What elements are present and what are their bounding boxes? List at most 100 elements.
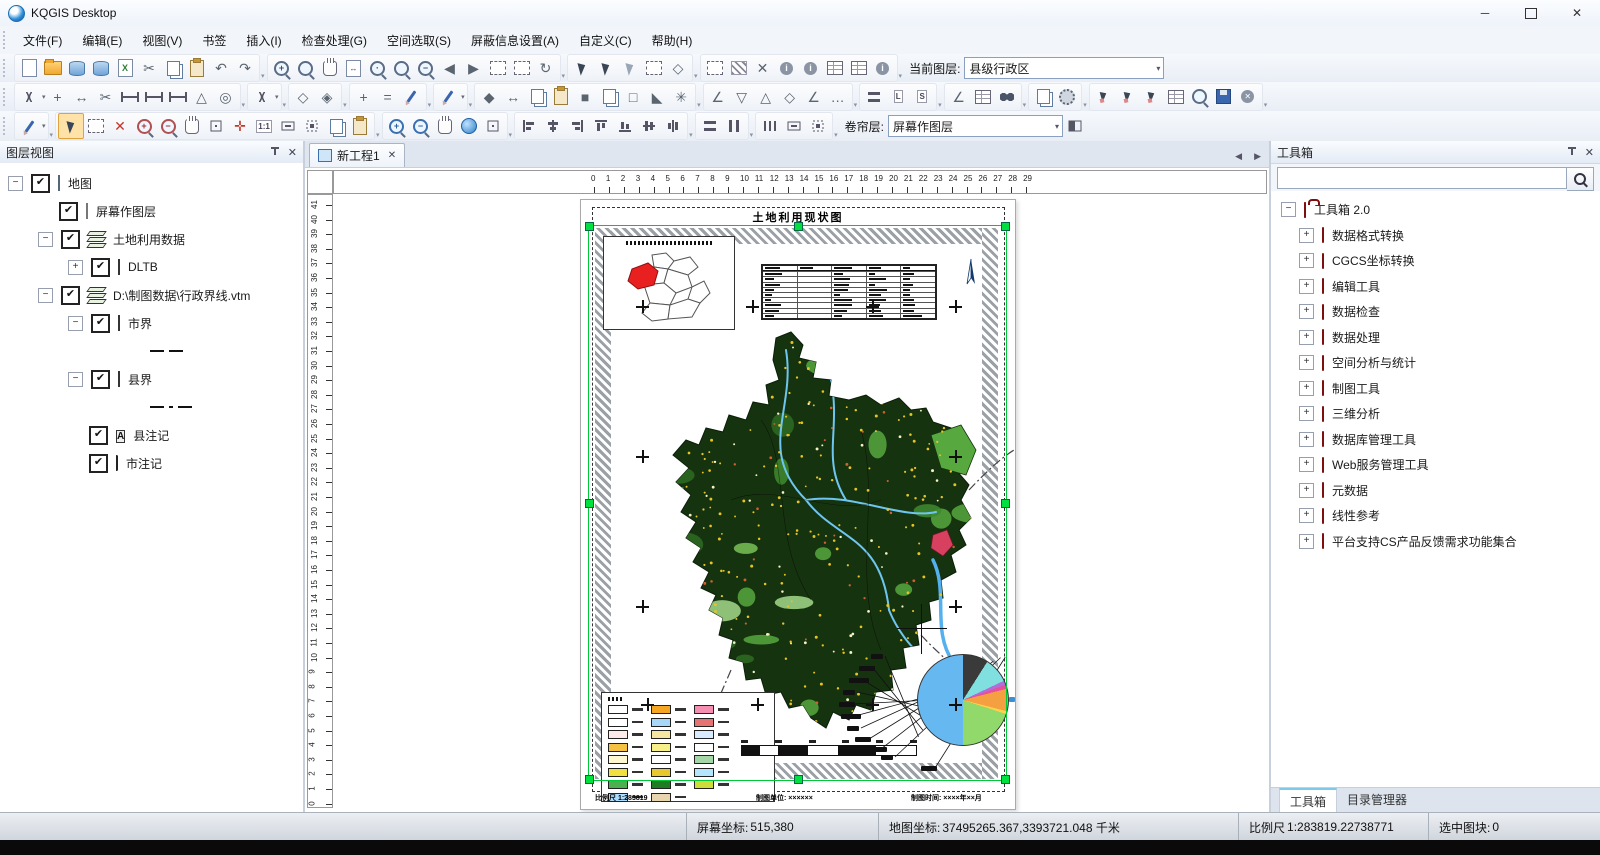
box-select-element-icon[interactable] bbox=[84, 114, 108, 138]
polyline-style-icon-dropdown[interactable]: ▾ bbox=[275, 93, 279, 101]
expand-toggle[interactable]: + bbox=[1299, 406, 1314, 421]
layer-tree-item-5[interactable]: −✔市界 bbox=[8, 309, 303, 337]
selection-handle-6[interactable] bbox=[794, 775, 803, 784]
attribute-query-icon[interactable] bbox=[823, 56, 847, 80]
layer-tree-item-10[interactable]: ✔市注记 bbox=[8, 449, 303, 477]
layer-checkbox[interactable]: ✔ bbox=[91, 370, 110, 389]
toolbox-item-3[interactable]: +数据检查 bbox=[1281, 299, 1600, 325]
ink-pen-icon-dropdown[interactable]: ▾ bbox=[461, 93, 465, 101]
toolbox-root[interactable]: −工具箱 2.0 bbox=[1281, 197, 1600, 223]
pan-hand-2-icon[interactable] bbox=[180, 114, 204, 138]
undo-icon[interactable]: ↶ bbox=[209, 56, 233, 80]
selection-handle-5[interactable] bbox=[585, 775, 594, 784]
swipe-tool-icon[interactable] bbox=[1063, 114, 1087, 138]
toolbox-item-11[interactable]: +线性参考 bbox=[1281, 503, 1600, 529]
resize-frame-icon[interactable] bbox=[782, 114, 806, 138]
selection-handle-3[interactable] bbox=[585, 499, 594, 508]
new-document-icon[interactable] bbox=[17, 56, 41, 80]
match-height-icon[interactable] bbox=[722, 114, 746, 138]
close-button[interactable]: ✕ bbox=[1554, 0, 1600, 26]
vertex-edit-3-icon[interactable] bbox=[1140, 85, 1164, 109]
layer-tree-item-9[interactable]: ✔A县注记 bbox=[8, 421, 303, 449]
info-tool-icon[interactable]: i bbox=[775, 56, 799, 80]
expand-toggle[interactable]: + bbox=[1299, 432, 1314, 447]
swipe-layer-select[interactable]: 屏幕作图层▾ bbox=[888, 115, 1063, 137]
align-right-icon[interactable] bbox=[565, 114, 589, 138]
layer-checkbox[interactable]: ✔ bbox=[89, 426, 108, 445]
layer-tree-item-0[interactable]: −✔地图 bbox=[8, 169, 303, 197]
angle-query-icon[interactable]: ∠ bbox=[947, 85, 971, 109]
segment-label-icon[interactable]: S bbox=[910, 85, 934, 109]
import-database-icon[interactable] bbox=[65, 56, 89, 80]
previous-view-icon[interactable]: ◀ bbox=[438, 56, 462, 80]
tab-scroll-right-icon[interactable]: ▶ bbox=[1254, 151, 1261, 162]
selection-handle-7[interactable] bbox=[1001, 775, 1010, 784]
minimize-button[interactable]: ─ bbox=[1462, 0, 1508, 26]
zoom-out-red-icon[interactable]: − bbox=[156, 114, 180, 138]
menu-item-8[interactable]: 自定义(C) bbox=[569, 28, 642, 53]
zoom-box-icon[interactable] bbox=[486, 56, 510, 80]
layer-checkbox[interactable]: ✔ bbox=[61, 230, 80, 249]
distribute-horizontal-icon[interactable] bbox=[758, 114, 782, 138]
identify-icon[interactable]: i bbox=[871, 56, 895, 80]
expand-toggle[interactable]: − bbox=[1281, 202, 1296, 217]
delete-element-icon[interactable]: ✕ bbox=[108, 114, 132, 138]
selection-handle-1[interactable] bbox=[794, 222, 803, 231]
fill-square-icon[interactable]: ■ bbox=[573, 85, 597, 109]
circle-target-icon[interactable]: ◎ bbox=[214, 85, 238, 109]
menu-item-0[interactable]: 文件(F) bbox=[13, 28, 72, 53]
layer-tree-item-8[interactable] bbox=[8, 393, 303, 421]
polyline-style-icon[interactable] bbox=[250, 85, 274, 109]
selection-handle-2[interactable] bbox=[1001, 222, 1010, 231]
select-check-icon[interactable] bbox=[510, 56, 534, 80]
toolbox-item-1[interactable]: +CGCS坐标转换 bbox=[1281, 248, 1600, 274]
zoom-out-window-icon[interactable]: − bbox=[414, 56, 438, 80]
expand-toggle[interactable]: + bbox=[1299, 534, 1314, 549]
tab-scroll-left-icon[interactable]: ◀ bbox=[1235, 151, 1242, 162]
pan-hand-3-icon[interactable] bbox=[433, 114, 457, 138]
redo-icon[interactable]: ↷ bbox=[233, 56, 257, 80]
paste-geometry-icon[interactable] bbox=[549, 85, 573, 109]
shrink-view-icon[interactable] bbox=[300, 114, 324, 138]
measure-triangle-icon[interactable]: △ bbox=[754, 85, 778, 109]
zoom-in-red-icon[interactable]: + bbox=[132, 114, 156, 138]
panel-tab-0[interactable]: 工具箱 bbox=[1279, 788, 1337, 813]
expand-toggle[interactable]: − bbox=[68, 316, 83, 331]
export-excel-icon[interactable]: X bbox=[113, 56, 137, 80]
globe-refresh-icon[interactable] bbox=[457, 114, 481, 138]
zoom-attribute-icon[interactable] bbox=[1188, 85, 1212, 109]
vertex-edit-2-icon[interactable] bbox=[1116, 85, 1140, 109]
layer-checkbox[interactable]: ✔ bbox=[89, 454, 108, 473]
dotted-ruler-icon[interactable]: … bbox=[826, 85, 850, 109]
toolbox-item-4[interactable]: +数据处理 bbox=[1281, 325, 1600, 351]
copy-geometry-icon[interactable] bbox=[525, 85, 549, 109]
align-top-icon[interactable] bbox=[589, 114, 613, 138]
panel-tab-1[interactable]: 目录管理器 bbox=[1337, 788, 1417, 811]
style-pencil-icon[interactable] bbox=[17, 114, 41, 138]
zoom-in-blue-icon[interactable]: + bbox=[385, 114, 409, 138]
page-pan-icon[interactable]: ↔ bbox=[342, 56, 366, 80]
expand-toggle[interactable]: − bbox=[38, 288, 53, 303]
refresh-view-icon[interactable]: ↻ bbox=[534, 56, 558, 80]
layer-tree-item-6[interactable] bbox=[8, 337, 303, 365]
selection-handle-0[interactable] bbox=[585, 222, 594, 231]
style-pencil-icon-dropdown[interactable]: ▾ bbox=[42, 122, 46, 130]
fit-frame-icon[interactable] bbox=[806, 114, 830, 138]
expand-toggle[interactable]: + bbox=[1299, 508, 1314, 523]
measure-triangle-down-icon[interactable]: ▽ bbox=[730, 85, 754, 109]
menu-item-6[interactable]: 空间选取(S) bbox=[377, 28, 461, 53]
expand-toggle[interactable]: + bbox=[1299, 279, 1314, 294]
expand-toggle[interactable]: + bbox=[1299, 483, 1314, 498]
toolbox-item-6[interactable]: +制图工具 bbox=[1281, 376, 1600, 402]
zoom-magnifier-icon[interactable] bbox=[294, 56, 318, 80]
cut-icon[interactable]: ✂ bbox=[137, 56, 161, 80]
page-preview-icon[interactable] bbox=[1031, 85, 1055, 109]
measure-diamond-icon[interactable]: ◇ bbox=[778, 85, 802, 109]
explode-icon[interactable]: ✳ bbox=[669, 85, 693, 109]
pan-hand-icon[interactable] bbox=[318, 56, 342, 80]
toolbox-pin-icon[interactable] bbox=[1568, 146, 1577, 158]
document-tab[interactable]: 新工程1 ✕ bbox=[309, 143, 405, 167]
expand-toggle[interactable]: + bbox=[1299, 228, 1314, 243]
reshape-polygon-icon[interactable]: ◈ bbox=[315, 85, 339, 109]
deselect-arrow-icon[interactable] bbox=[618, 56, 642, 80]
